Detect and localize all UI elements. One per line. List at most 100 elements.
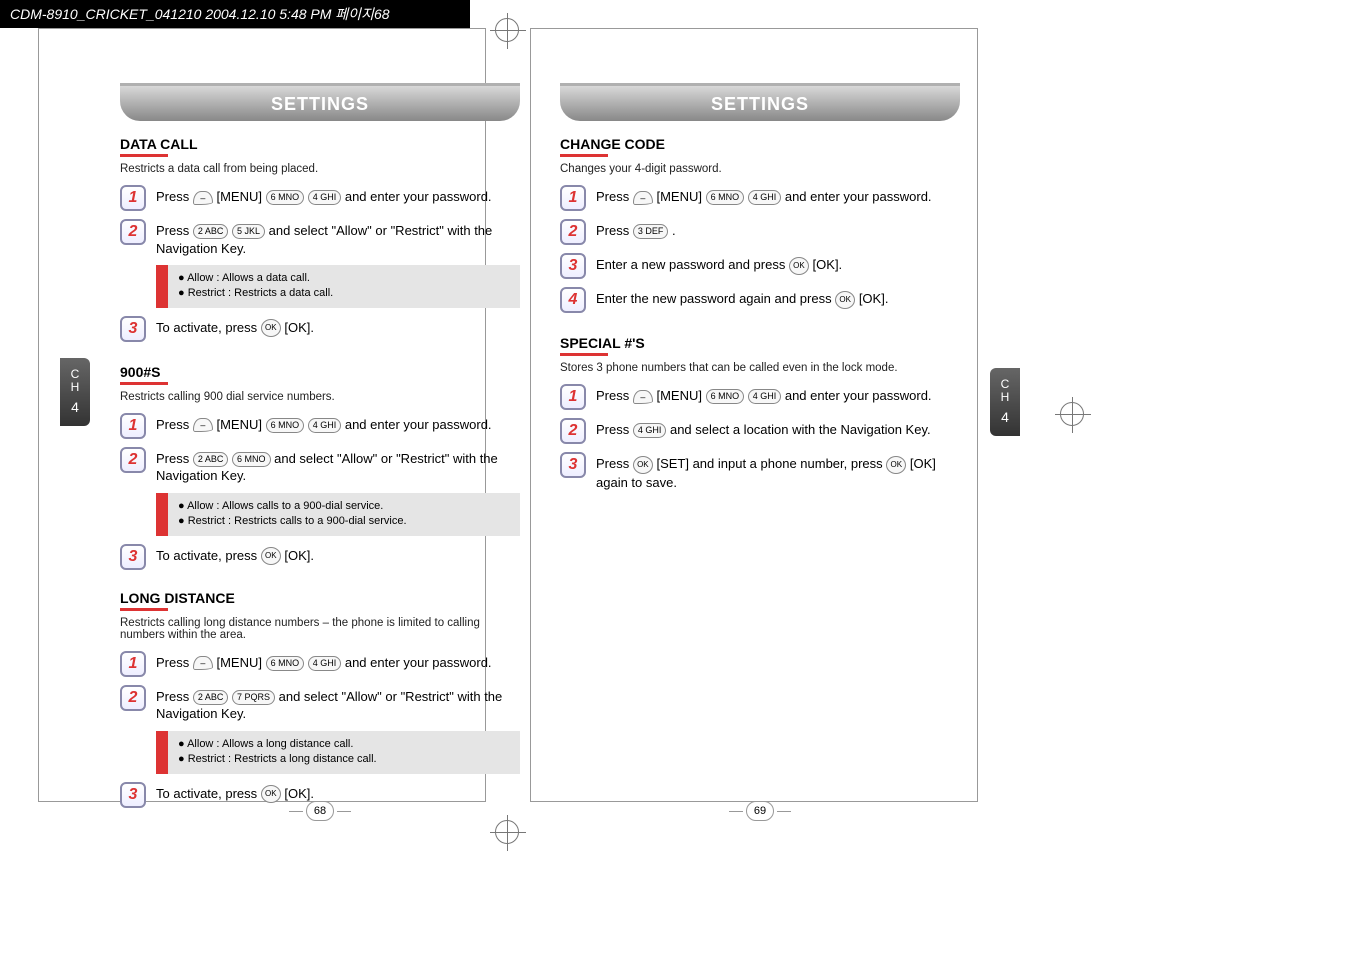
step-text: Enter a new password and press OK [OK]. — [596, 253, 842, 275]
key-6-icon: 6 MNO — [706, 389, 745, 404]
step-text: Press – [MENU] 6 MNO 4 GHI and enter you… — [596, 185, 932, 206]
note-box-data-call: Allow : Allows a data call. Restrict : R… — [156, 265, 520, 308]
ok-key-icon: OK — [261, 785, 281, 803]
softkey-icon: – — [633, 390, 653, 404]
section-title-data-call: DATA CALL — [120, 136, 520, 152]
page-title-left: SETTINGS — [120, 83, 520, 121]
step-text: Press OK [SET] and input a phone number,… — [596, 452, 960, 491]
ok-key-icon: OK — [789, 257, 809, 275]
step-badge-1: 1 — [120, 185, 146, 211]
key-6-icon: 6 MNO — [266, 190, 305, 205]
ok-key-icon: OK — [633, 456, 653, 474]
step-text: Press 2 ABC 5 JKL and select "Allow" or … — [156, 219, 520, 257]
key-4-icon: 4 GHI — [633, 423, 667, 438]
nine-hundred-step-3: 3 To activate, press OK [OK]. — [120, 544, 520, 570]
chapter-tab-num: 4 — [60, 400, 90, 415]
data-call-step-2: 2 Press 2 ABC 5 JKL and select "Allow" o… — [120, 219, 520, 257]
softkey-icon: – — [633, 191, 653, 205]
step-text: Press 2 ABC 7 PQRS and select "Allow" or… — [156, 685, 520, 723]
softkey-icon: – — [193, 418, 213, 432]
step-badge-1: 1 — [560, 185, 586, 211]
ok-key-icon: OK — [261, 547, 281, 565]
long-distance-step-2: 2 Press 2 ABC 7 PQRS and select "Allow" … — [120, 685, 520, 723]
section-title-long-distance: LONG DISTANCE — [120, 590, 520, 606]
step-text: To activate, press OK [OK]. — [156, 316, 314, 338]
change-code-step-4: 4 Enter the new password again and press… — [560, 287, 960, 313]
page-number-left: 68 — [306, 801, 334, 821]
chapter-tab-left: C H 4 — [60, 358, 90, 426]
section-title-900: 900#S — [120, 364, 520, 380]
step-badge-4: 4 — [560, 287, 586, 313]
registration-mark-top — [495, 18, 519, 42]
special-step-1: 1 Press – [MENU] 6 MNO 4 GHI and enter y… — [560, 384, 960, 410]
key-6-icon: 6 MNO — [266, 418, 305, 433]
step-text: To activate, press OK [OK]. — [156, 544, 314, 566]
step-badge-1: 1 — [120, 413, 146, 439]
step-text: Press 2 ABC 6 MNO and select "Allow" or … — [156, 447, 520, 485]
title-underline — [120, 608, 168, 611]
key-4-icon: 4 GHI — [308, 656, 342, 671]
section-desc-900: Restricts calling 900 dial service numbe… — [120, 391, 520, 403]
special-step-2: 2 Press 4 GHI and select a location with… — [560, 418, 960, 444]
ok-key-icon: OK — [886, 456, 906, 474]
step-text: To activate, press OK [OK]. — [156, 782, 314, 804]
section-desc-special: Stores 3 phone numbers that can be calle… — [560, 362, 960, 374]
key-2-icon: 2 ABC — [193, 452, 229, 467]
key-4-icon: 4 GHI — [748, 389, 782, 404]
chapter-tab-right: C H 4 — [990, 368, 1020, 436]
section-title-special: SPECIAL #'S — [560, 335, 960, 351]
step-badge-1: 1 — [120, 651, 146, 677]
page-spread: C H 4 SETTINGS DATA CALL Restricts a dat… — [0, 28, 1351, 816]
registration-mark-right — [1060, 402, 1084, 426]
step-badge-2: 2 — [560, 219, 586, 245]
note-box-900: Allow : Allows calls to a 900-dial servi… — [156, 493, 520, 536]
softkey-icon: – — [193, 191, 213, 205]
key-3-icon: 3 DEF — [633, 224, 669, 239]
title-underline — [120, 154, 168, 157]
step-badge-3: 3 — [560, 253, 586, 279]
step-text: Press – [MENU] 6 MNO 4 GHI and enter you… — [156, 413, 492, 434]
registration-mark-bottom — [495, 820, 519, 844]
title-underline — [560, 353, 608, 356]
filename-stamp: CDM-8910_CRICKET_041210 2004.12.10 5:48 … — [10, 6, 390, 22]
step-text: Press – [MENU] 6 MNO 4 GHI and enter you… — [156, 185, 492, 206]
nine-hundred-step-1: 1 Press – [MENU] 6 MNO 4 GHI and enter y… — [120, 413, 520, 439]
page-title-right: SETTINGS — [560, 83, 960, 121]
chapter-tab-h: H — [60, 381, 90, 394]
step-badge-3: 3 — [560, 452, 586, 478]
page-number-right: 69 — [746, 801, 774, 821]
note-restrict: Restrict : Restricts a data call. — [178, 286, 510, 301]
step-badge-2: 2 — [560, 418, 586, 444]
ok-key-icon: OK — [261, 319, 281, 337]
softkey-icon: – — [193, 656, 213, 670]
note-restrict: Restrict : Restricts a long distance cal… — [178, 752, 510, 767]
title-underline — [560, 154, 608, 157]
section-title-change-code: CHANGE CODE — [560, 136, 960, 152]
step-text: Enter the new password again and press O… — [596, 287, 888, 309]
section-desc-long-distance: Restricts calling long distance numbers … — [120, 617, 520, 641]
step-badge-2: 2 — [120, 447, 146, 473]
chapter-tab-num: 4 — [990, 410, 1020, 425]
change-code-step-1: 1 Press – [MENU] 6 MNO 4 GHI and enter y… — [560, 185, 960, 211]
step-badge-1: 1 — [560, 384, 586, 410]
section-desc-data-call: Restricts a data call from being placed. — [120, 163, 520, 175]
note-allow: Allow : Allows a data call. — [178, 271, 510, 286]
step-badge-2: 2 — [120, 685, 146, 711]
note-restrict: Restrict : Restricts calls to a 900-dial… — [178, 514, 510, 529]
key-4-icon: 4 GHI — [308, 190, 342, 205]
page-right: C H 4 SETTINGS CHANGE CODE Changes your … — [560, 58, 960, 816]
chapter-tab-h: H — [990, 391, 1020, 404]
key-2-icon: 2 ABC — [193, 224, 229, 239]
step-badge-3: 3 — [120, 316, 146, 342]
special-step-3: 3 Press OK [SET] and input a phone numbe… — [560, 452, 960, 491]
page-left: C H 4 SETTINGS DATA CALL Restricts a dat… — [120, 58, 520, 816]
key-4-icon: 4 GHI — [748, 190, 782, 205]
key-7-icon: 7 PQRS — [232, 690, 275, 705]
step-text: Press – [MENU] 6 MNO 4 GHI and enter you… — [156, 651, 492, 672]
key-5-icon: 5 JKL — [232, 224, 265, 239]
change-code-step-2: 2 Press 3 DEF . — [560, 219, 960, 245]
note-box-long-distance: Allow : Allows a long distance call. Res… — [156, 731, 520, 774]
title-underline — [120, 382, 168, 385]
data-call-step-1: 1 Press – [MENU] 6 MNO 4 GHI and enter y… — [120, 185, 520, 211]
note-allow: Allow : Allows calls to a 900-dial servi… — [178, 499, 510, 514]
